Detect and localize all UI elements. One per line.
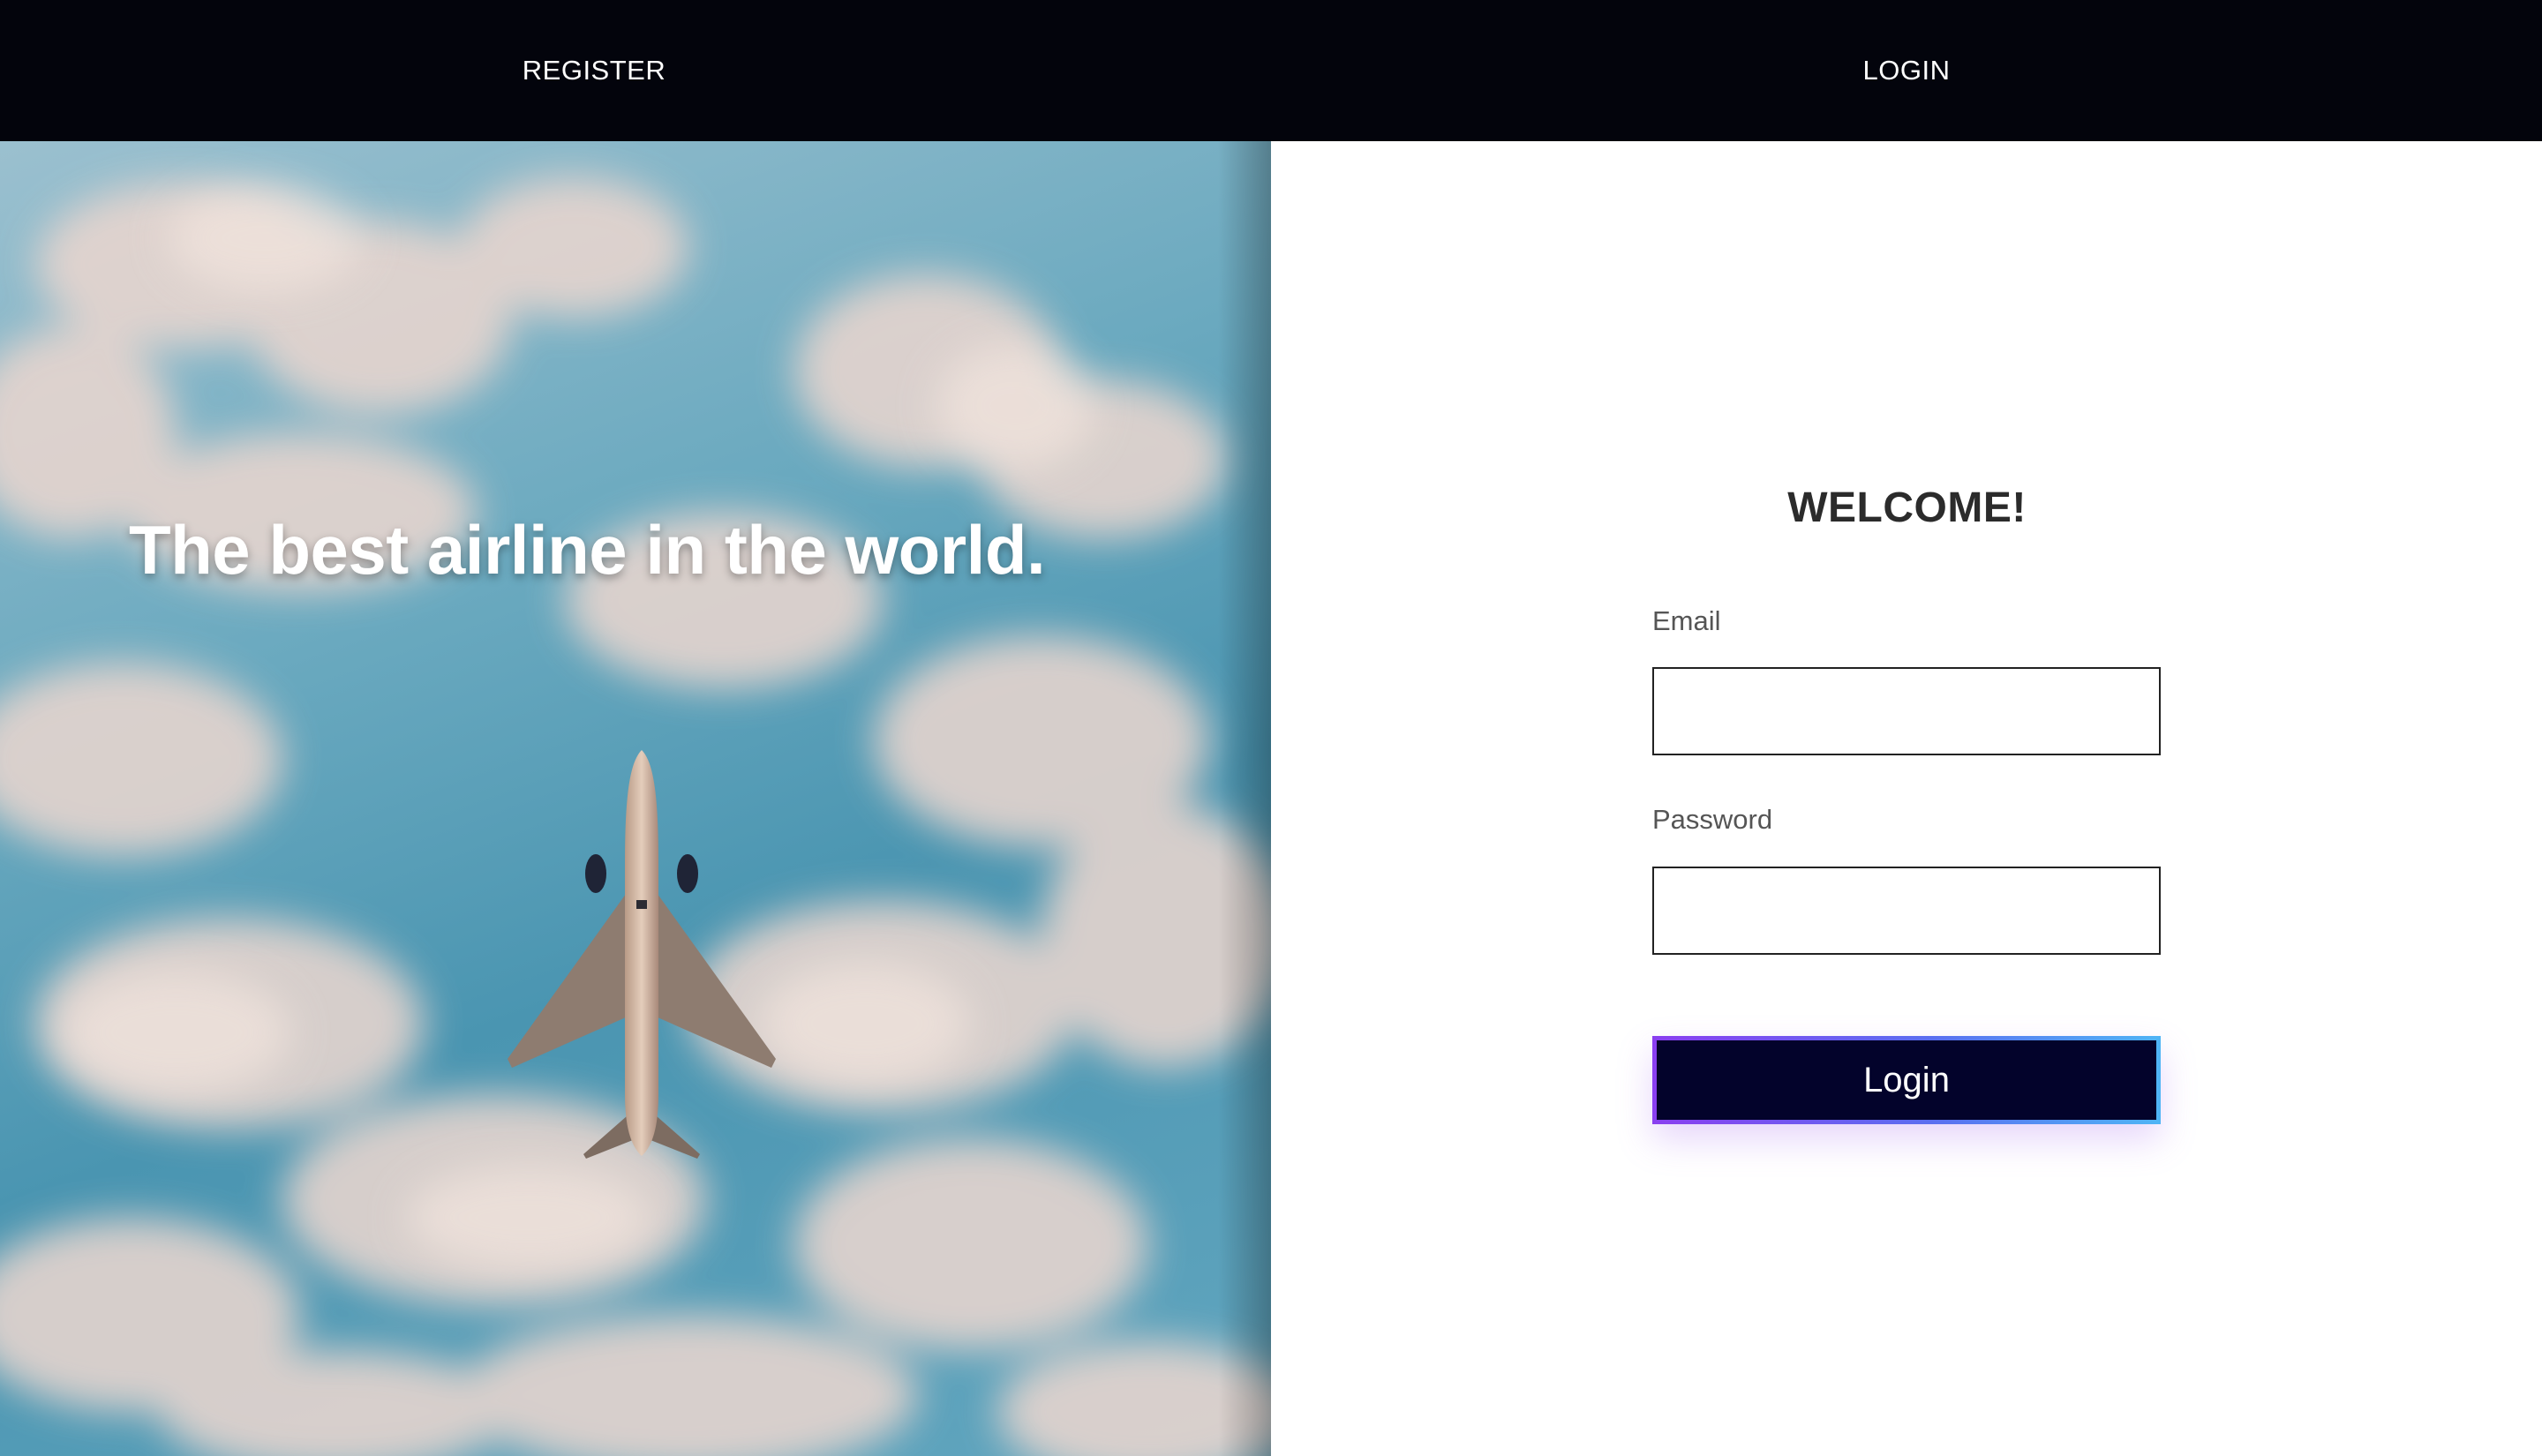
top-nav: REGISTER LOGIN xyxy=(0,0,2542,141)
password-label: Password xyxy=(1652,804,1773,835)
login-tab[interactable]: LOGIN xyxy=(1271,0,2542,141)
login-tab-label: LOGIN xyxy=(1862,55,1951,86)
welcome-heading: WELCOME! xyxy=(1787,484,2027,531)
hero-image-panel: The best airline in the world. xyxy=(0,141,1271,1456)
register-tab-label: REGISTER xyxy=(522,55,666,86)
register-tab[interactable]: REGISTER xyxy=(0,0,1271,141)
email-field[interactable] xyxy=(1652,667,2161,755)
sky-background-image xyxy=(0,176,1271,1456)
password-field[interactable] xyxy=(1652,867,2161,955)
email-label: Email xyxy=(1652,605,1721,636)
login-panel: WELCOME! Email Password Login xyxy=(1271,141,2542,1456)
hero-edge-shadow xyxy=(1218,141,1271,1456)
login-submit-button[interactable]: Login xyxy=(1652,1036,2161,1124)
